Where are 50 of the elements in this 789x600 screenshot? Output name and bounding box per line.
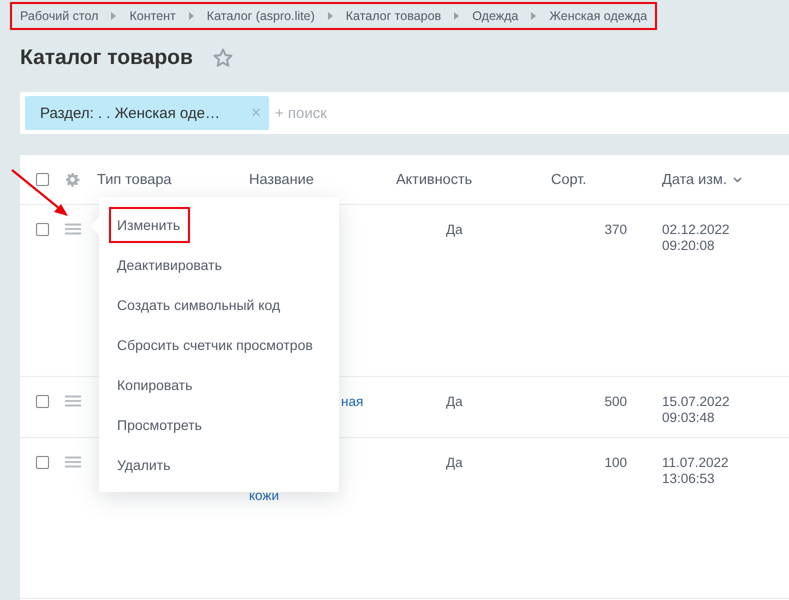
column-header[interactable]: Активность: [396, 172, 472, 188]
row-checkbox[interactable]: [36, 456, 49, 469]
menu-item[interactable]: Сбросить счетчик просмотров: [109, 327, 321, 363]
date-cell-text: 11.07.2022: [662, 455, 730, 471]
menu-item[interactable]: Создать символьный код: [109, 287, 288, 323]
sort-cell: 100: [604, 455, 627, 470]
column-header[interactable]: Тип товара: [97, 172, 172, 188]
row-checkbox[interactable]: [36, 395, 49, 408]
menu-item[interactable]: Просмотреть: [109, 407, 210, 443]
column-header[interactable]: Дата изм.: [662, 172, 742, 188]
page-title: Каталог товаров: [20, 46, 193, 70]
chevron-icon: [531, 12, 536, 20]
breadcrumb-link[interactable]: Каталог товаров: [346, 9, 442, 23]
active-cell: Да: [446, 222, 463, 237]
menu-icon[interactable]: [65, 456, 81, 468]
product-name-link[interactable]: кожи: [249, 488, 279, 503]
breadcrumb-link[interactable]: Одежда: [472, 9, 518, 23]
settings-icon[interactable]: [65, 172, 80, 187]
menu-item[interactable]: Удалить: [109, 447, 178, 483]
column-header[interactable]: Название: [249, 172, 314, 188]
menu-item[interactable]: Изменить: [109, 207, 190, 243]
chevron-icon: [111, 12, 116, 20]
sort-cell: 500: [604, 394, 627, 409]
chevron-icon: [454, 12, 460, 20]
filter-chip[interactable]: Раздел: . . Женская оде… ×: [25, 96, 269, 130]
menu-icon[interactable]: [65, 395, 81, 407]
menu-item[interactable]: Копировать: [109, 367, 200, 403]
active-cell: Да: [446, 455, 463, 470]
column-header[interactable]: Сорт.: [551, 172, 586, 188]
date-cell-text: 15.07.2022: [662, 394, 731, 410]
chevron-icon: [328, 12, 333, 20]
annotation-arrow: [10, 168, 70, 218]
breadcrumb-link[interactable]: Женская одежда: [549, 9, 648, 23]
breadcrumb-link[interactable]: Каталог (aspro.lite): [206, 9, 315, 23]
active-cell: Да: [446, 394, 463, 409]
breadcrumb-link[interactable]: Контент: [129, 9, 176, 23]
date-cell-text: 02.12.2022: [662, 222, 731, 238]
select-all-checkbox[interactable]: [36, 173, 49, 186]
menu-item[interactable]: Деактивировать: [109, 247, 230, 283]
menu-icon[interactable]: [65, 223, 81, 235]
time-cell-text: 13:06:53: [662, 471, 716, 487]
star-icon[interactable]: [212, 48, 233, 68]
time-cell-text: 09:20:08: [662, 238, 716, 254]
breadcrumb-link[interactable]: Рабочий стол: [20, 9, 98, 23]
row-checkbox[interactable]: [36, 223, 49, 236]
chevron-icon: [188, 12, 194, 20]
chip-label: Раздел: . . Женская оде…: [40, 104, 222, 122]
product-name-link[interactable]: ная: [341, 394, 364, 409]
time-cell-text: 09:03:48: [662, 410, 716, 426]
sort-cell: 370: [604, 222, 627, 237]
